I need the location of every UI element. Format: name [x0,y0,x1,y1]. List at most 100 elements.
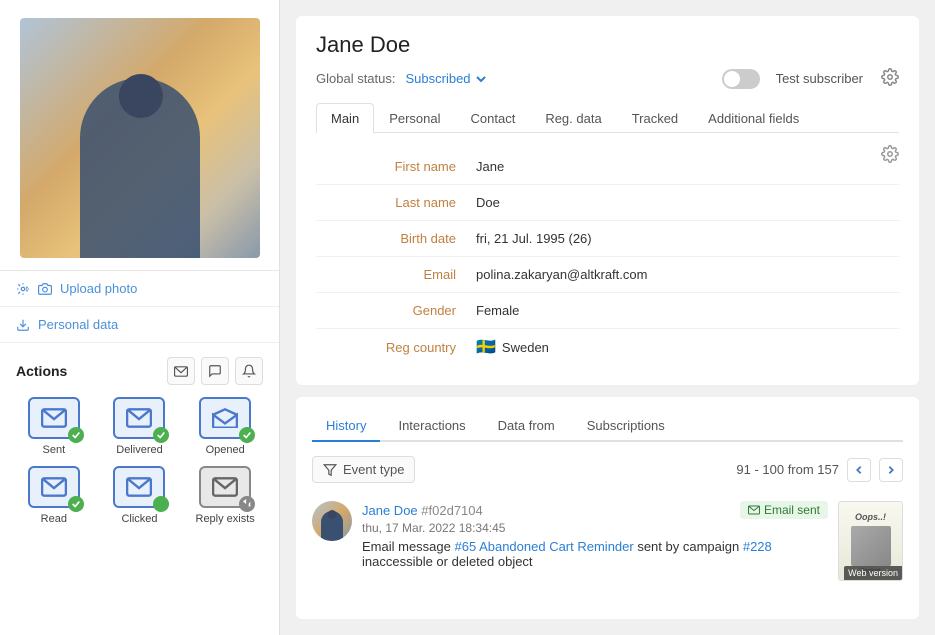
field-reg-country: Reg country 🇸🇪 Sweden [316,329,899,365]
fields-settings-button[interactable] [881,145,899,166]
action-reply-exists[interactable]: Reply exists [187,466,263,525]
event-user-id: #f02d7104 [421,503,482,518]
delivered-icon-box [113,397,165,439]
chevron-down-icon [475,73,487,85]
action-opened[interactable]: Opened [187,397,263,456]
profile-settings-button[interactable] [881,68,899,89]
action-clicked[interactable]: Clicked [102,466,178,525]
sweden-flag: 🇸🇪 [476,337,496,357]
actions-header: Actions [16,357,263,385]
field-gender: Gender Female [316,293,899,329]
reply-exists-icon-box [199,466,251,508]
tab-tracked[interactable]: Tracked [617,103,693,133]
chevron-right-icon [886,465,896,475]
last-name-value: Doe [476,195,500,210]
actions-icon-row [167,357,263,385]
gender-label: Gender [316,303,476,318]
status-badge[interactable]: Subscribed [406,71,487,86]
field-birth-date: Birth date fri, 21 Jul. 1995 (26) [316,221,899,257]
next-page-button[interactable] [879,458,903,482]
profile-header: Jane Doe [316,32,899,58]
tab-contact[interactable]: Contact [456,103,531,133]
birth-date-value: fri, 21 Jul. 1995 (26) [476,231,592,246]
clicked-icon-box [113,466,165,508]
tab-history[interactable]: History [312,411,380,442]
event-user-name[interactable]: Jane Doe #f02d7104 [362,503,483,518]
tab-additional-fields[interactable]: Additional fields [693,103,814,133]
profile-tabs: Main Personal Contact Reg. data Tracked … [316,103,899,133]
sent-badge [68,427,84,443]
tab-data-from[interactable]: Data from [484,411,569,442]
delivered-icon [126,408,152,428]
personal-data-button[interactable]: Personal data [0,307,279,343]
toggle-switch[interactable] [722,69,760,89]
filter-label: Event type [343,462,404,477]
event-top-row: Jane Doe #f02d7104 Email sent [362,501,828,519]
action-read[interactable]: Read [16,466,92,525]
sent-label: Sent [43,444,66,456]
download-icon [16,318,30,332]
left-panel: Upload photo Personal data Actions [0,0,280,635]
event-description: Email message #65 Abandoned Cart Reminde… [362,539,828,569]
test-subscriber-label: Test subscriber [776,71,863,86]
field-first-name: First name Jane [316,149,899,185]
web-version-badge[interactable]: Web version [844,566,902,580]
reply-icon [212,477,238,497]
action-delivered[interactable]: Delivered [102,397,178,456]
delivered-label: Delivered [116,444,162,456]
event-date: thu, 17 Mar. 2022 18:34:45 [362,521,828,535]
reply-badge [239,496,255,512]
tab-main[interactable]: Main [316,103,374,133]
upload-photo-label: Upload photo [60,281,137,296]
birth-date-label: Birth date [316,231,476,246]
opened-icon [212,408,238,428]
avatar-section [0,0,279,258]
first-name-label: First name [316,159,476,174]
field-email: Email polina.zakaryan@altkraft.com [316,257,899,293]
right-panel: Jane Doe Global status: Subscribed Test … [280,0,935,635]
campaign-link-2[interactable]: #228 [743,539,772,554]
pagination-info: 91 - 100 from 157 [736,458,903,482]
thumbnail-oops-text: Oops..! [839,512,902,522]
upload-photo-button[interactable]: Upload photo [0,271,279,307]
chevron-left-icon [854,465,864,475]
avatar-actions: Upload photo Personal data [0,270,279,343]
campaign-link-1[interactable]: #65 Abandoned Cart Reminder [454,539,633,554]
read-icon-box [28,466,80,508]
action-grid: Sent Delivered [16,397,263,525]
clicked-badge [153,496,169,512]
global-status-label: Global status: [316,71,396,86]
clicked-icon [126,477,152,497]
chat-icon [208,364,222,378]
reg-country-label: Reg country [316,340,476,355]
email-value: polina.zakaryan@altkraft.com [476,267,647,282]
tab-subscriptions[interactable]: Subscriptions [573,411,679,442]
tab-personal[interactable]: Personal [374,103,455,133]
opened-badge [239,427,255,443]
event-type-filter-button[interactable]: Event type [312,456,415,483]
fields-section: First name Jane Last name Doe Birth date… [316,149,899,365]
action-sent[interactable]: Sent [16,397,92,456]
opened-label: Opened [206,444,245,456]
gender-value: Female [476,303,519,318]
event-badge: Email sent [740,501,828,519]
tab-interactions[interactable]: Interactions [384,411,479,442]
reply-exists-label: Reply exists [196,513,255,525]
pagination-text: 91 - 100 from 157 [736,462,839,477]
chat-icon-button[interactable] [201,357,229,385]
tab-reg-data[interactable]: Reg. data [530,103,616,133]
email-sent-icon [748,505,760,515]
sent-icon-box [28,397,80,439]
opened-icon-box [199,397,251,439]
history-tabs: History Interactions Data from Subscript… [312,411,903,442]
prev-page-button[interactable] [847,458,871,482]
event-thumbnail[interactable]: Oops..! Jacket Web version [838,501,903,581]
filter-row: Event type 91 - 100 from 157 [312,456,903,483]
actions-title: Actions [16,363,67,379]
delivered-badge [153,427,169,443]
event-content: Jane Doe #f02d7104 Email sent thu, 17 Ma… [362,501,828,581]
read-icon [41,477,67,497]
email-icon-button[interactable] [167,357,195,385]
event-avatar [312,501,352,541]
bell-icon-button[interactable] [235,357,263,385]
